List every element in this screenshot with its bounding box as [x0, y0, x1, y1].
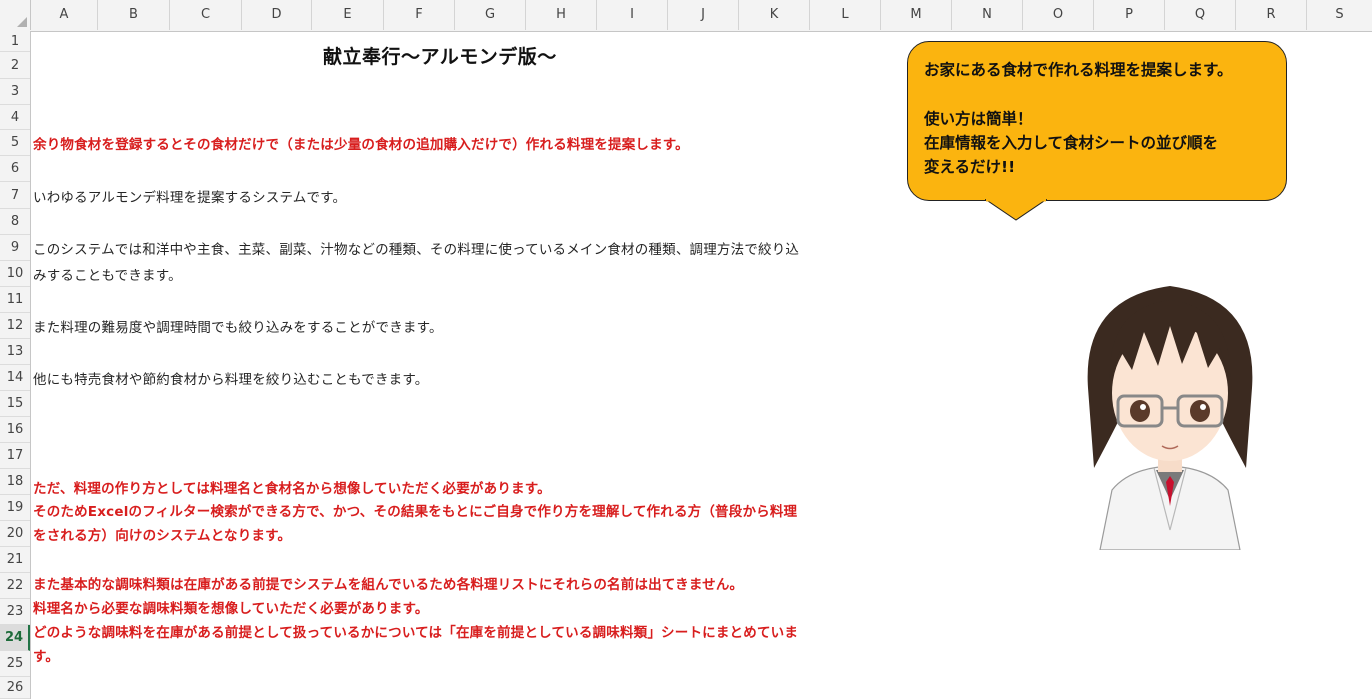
- row-header-bar: 1 2 3 4 5 6 7 8 9 10 11 12 13 14 15 16 1…: [0, 31, 31, 699]
- row-header-14[interactable]: 14: [0, 365, 30, 391]
- column-header-bar: A B C D E F G H I J K L M N O P Q R S: [0, 0, 1372, 32]
- row-header-5[interactable]: 5: [0, 130, 30, 156]
- row-header-21[interactable]: 21: [0, 547, 30, 573]
- row-header-25[interactable]: 25: [0, 651, 30, 677]
- row-header-23[interactable]: 23: [0, 599, 30, 625]
- row-header-12[interactable]: 12: [0, 313, 30, 339]
- bubble-text-line-2: 使い方は簡単！: [924, 110, 1033, 128]
- cell-a19[interactable]: そのためExcelのフィルター検索ができる方で、かつ、その結果をもとにご自身で作…: [33, 500, 797, 520]
- row-header-20[interactable]: 20: [0, 521, 30, 547]
- row-header-9[interactable]: 9: [0, 235, 30, 261]
- row-header-2[interactable]: 2: [0, 52, 30, 79]
- column-header-d[interactable]: D: [242, 0, 312, 30]
- column-header-g[interactable]: G: [455, 0, 526, 30]
- column-header-a[interactable]: A: [31, 0, 98, 30]
- cell-a22[interactable]: また基本的な調味料類は在庫がある前提でシステムを組んでいるため各料理リストにそれ…: [33, 573, 743, 593]
- column-header-n[interactable]: N: [952, 0, 1023, 30]
- row-header-6[interactable]: 6: [0, 156, 30, 182]
- column-header-l[interactable]: L: [810, 0, 881, 30]
- column-header-r[interactable]: R: [1236, 0, 1307, 30]
- speech-bubble-tail: [985, 199, 1047, 221]
- sheet-title[interactable]: 献立奉行〜アルモンデ版〜: [323, 42, 557, 69]
- cell-a5[interactable]: 余り物食材を登録するとその食材だけで（または少量の食材の追加購入だけで）作れる料…: [33, 133, 689, 153]
- bubble-text-line-3: 在庫情報を入力して食材シートの並び順を: [924, 134, 1219, 152]
- row-header-24[interactable]: 24: [0, 625, 30, 651]
- row-header-1[interactable]: 1: [0, 31, 30, 52]
- cell-a12[interactable]: また料理の難易度や調理時間でも絞り込みをすることができます。: [33, 316, 443, 336]
- column-header-e[interactable]: E: [312, 0, 384, 30]
- cell-a14[interactable]: 他にも特売食材や節約食材から料理を絞り込むこともできます。: [33, 368, 428, 388]
- column-header-s[interactable]: S: [1307, 0, 1372, 30]
- cell-a9[interactable]: このシステムでは和洋中や主食、主菜、副菜、汁物などの種類、その料理に使っているメ…: [33, 238, 799, 258]
- column-header-b[interactable]: B: [98, 0, 170, 30]
- cell-a24[interactable]: どのような調味料を在庫がある前提として扱っているかについては「在庫を前提としてい…: [33, 621, 798, 641]
- cell-a23[interactable]: 料理名から必要な調味料類を想像していただく必要があります。: [33, 597, 429, 617]
- cell-a7[interactable]: いわゆるアルモンデ料理を提案するシステムです。: [33, 186, 346, 206]
- row-header-7[interactable]: 7: [0, 182, 30, 209]
- cell-a20[interactable]: をされる方）向けのシステムとなります。: [33, 524, 291, 544]
- column-header-m[interactable]: M: [881, 0, 952, 30]
- row-header-18[interactable]: 18: [0, 469, 30, 495]
- column-header-k[interactable]: K: [739, 0, 810, 30]
- row-header-19[interactable]: 19: [0, 495, 30, 521]
- column-header-c[interactable]: C: [170, 0, 242, 30]
- row-header-8[interactable]: 8: [0, 209, 30, 235]
- column-header-f[interactable]: F: [384, 0, 455, 30]
- row-header-13[interactable]: 13: [0, 339, 30, 365]
- row-header-11[interactable]: 11: [0, 287, 30, 313]
- bubble-text-line-4: 変えるだけ!!: [924, 158, 1016, 176]
- row-header-3[interactable]: 3: [0, 79, 30, 105]
- column-header-q[interactable]: Q: [1165, 0, 1236, 30]
- character-illustration[interactable]: [1070, 268, 1270, 550]
- column-header-p[interactable]: P: [1094, 0, 1165, 30]
- cell-a10[interactable]: みすることもできます。: [33, 264, 182, 284]
- row-header-17[interactable]: 17: [0, 443, 30, 469]
- cell-a25[interactable]: す。: [33, 645, 59, 665]
- row-header-4[interactable]: 4: [0, 105, 30, 130]
- row-header-26[interactable]: 26: [0, 677, 30, 699]
- row-header-16[interactable]: 16: [0, 417, 30, 443]
- cell-a18[interactable]: ただ、料理の作り方としては料理名と食材名から想像していただく必要があります。: [33, 477, 551, 497]
- select-all-corner[interactable]: [0, 0, 31, 30]
- column-header-i[interactable]: I: [597, 0, 668, 30]
- row-header-10[interactable]: 10: [0, 261, 30, 287]
- column-header-h[interactable]: H: [526, 0, 597, 30]
- column-header-j[interactable]: J: [668, 0, 739, 30]
- row-header-22[interactable]: 22: [0, 573, 30, 599]
- row-header-15[interactable]: 15: [0, 391, 30, 417]
- column-header-o[interactable]: O: [1023, 0, 1094, 30]
- bubble-text-line-1: お家にある食材で作れる料理を提案します。: [924, 61, 1233, 79]
